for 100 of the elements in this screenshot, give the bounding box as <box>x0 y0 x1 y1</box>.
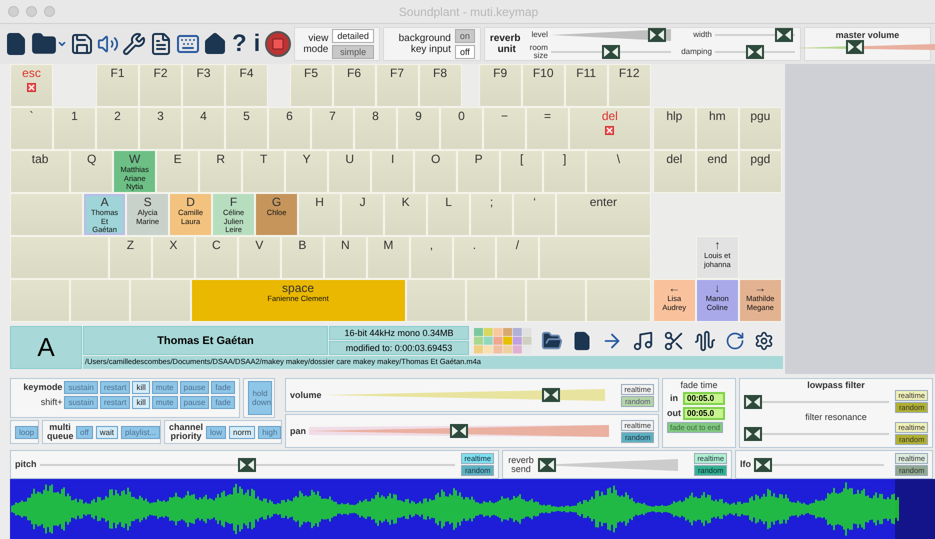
keyboard-key[interactable]: − <box>483 107 526 150</box>
view-mode-option[interactable]: detailed <box>332 29 374 43</box>
keyboard-key[interactable]: F9 <box>478 64 522 107</box>
info-button[interactable]: i <box>252 30 262 58</box>
keyboard-key[interactable]: \ <box>586 150 651 193</box>
fade-in-field[interactable]: 00:05.0 <box>683 392 725 405</box>
keyboard-key[interactable]: hm <box>696 107 739 150</box>
slider-track[interactable] <box>538 458 678 472</box>
keyboard-key[interactable]: N <box>324 236 367 279</box>
keyboard-key[interactable]: F6 <box>332 64 376 107</box>
keyboard-key[interactable]: V <box>238 236 281 279</box>
keyboard-key[interactable]: J <box>341 193 384 236</box>
keyboard-key[interactable]: pgu <box>738 107 782 150</box>
background-input-option[interactable]: on <box>454 29 475 43</box>
keyboard-key[interactable]: X <box>152 236 195 279</box>
keyboard-key[interactable]: F11 <box>564 64 608 107</box>
keyboard-key[interactable]: = <box>526 107 569 150</box>
option-button[interactable]: kill <box>132 381 150 394</box>
slider-thumb[interactable] <box>746 45 764 59</box>
keyboard-key[interactable]: 9 <box>397 107 440 150</box>
keyboard-key[interactable]: K <box>384 193 428 236</box>
keyboard-key[interactable]: E <box>156 150 200 193</box>
slider-thumb[interactable] <box>754 458 772 472</box>
keyboard-key[interactable]: F7 <box>376 64 418 107</box>
keyboard-key[interactable]: 2 <box>96 107 139 150</box>
keyboard-key[interactable]: 3 <box>139 107 182 150</box>
folder-icon[interactable] <box>31 31 67 57</box>
file-icon[interactable] <box>572 330 592 350</box>
slider-thumb[interactable] <box>775 28 794 42</box>
music-note-icon[interactable] <box>632 330 654 352</box>
keyboard-key[interactable]: enter <box>556 193 651 236</box>
keyboard-key[interactable]: Q <box>70 150 114 193</box>
keyboard-key[interactable]: C <box>194 236 238 279</box>
keyboard-key[interactable]: F4 <box>225 64 268 107</box>
slider-thumb[interactable] <box>602 45 620 59</box>
view-mode-option[interactable]: simple <box>332 45 374 59</box>
keyboard-key[interactable]: . <box>452 236 496 279</box>
keyboard-key[interactable]: T <box>242 150 286 193</box>
keyboard-key[interactable]: M <box>366 236 410 279</box>
slider-thumb[interactable] <box>744 394 762 408</box>
keyboard-key[interactable]: U <box>328 150 372 193</box>
keyboard-key[interactable]: P <box>457 150 500 193</box>
keyboard-key[interactable]: 8 <box>354 107 397 150</box>
waveform-icon[interactable] <box>694 330 716 352</box>
slider-thumb[interactable] <box>450 424 468 438</box>
keyboard-key[interactable]: 0 <box>440 107 483 150</box>
slider-thumb[interactable] <box>846 40 864 54</box>
slider-thumb[interactable] <box>744 426 762 440</box>
keyboard-icon[interactable] <box>176 32 200 56</box>
keyboard-key[interactable]: , <box>410 236 453 279</box>
keyboard-key[interactable]: [ <box>500 150 544 193</box>
settings-icon[interactable] <box>754 330 774 350</box>
keyboard-key[interactable]: F10 <box>522 64 565 107</box>
slider-thumb[interactable] <box>542 388 560 402</box>
refresh-icon[interactable] <box>725 330 745 350</box>
keyboard-key[interactable]: 5 <box>225 107 268 150</box>
keyboard-key[interactable]: hlp <box>652 107 696 150</box>
option-button[interactable]: wait <box>96 426 118 438</box>
keyboard-key[interactable]: B <box>280 236 324 279</box>
background-input-option[interactable]: off <box>454 45 475 59</box>
keyboard-key[interactable]: F12 <box>608 64 651 107</box>
color-palette-drawing[interactable] <box>474 328 532 354</box>
fade-out-field[interactable]: 00:05.0 <box>683 407 725 420</box>
keyboard-key[interactable]: / <box>496 236 539 279</box>
folder-speaker-icon[interactable] <box>541 330 563 352</box>
keyboard-key[interactable]: F8 <box>418 64 462 107</box>
speaker-icon[interactable] <box>97 33 119 55</box>
tools-icon[interactable] <box>122 32 146 56</box>
slider-track[interactable] <box>309 424 610 438</box>
keyboard-key[interactable]: pgd <box>738 150 782 193</box>
home-icon[interactable] <box>203 32 227 56</box>
keyboard-key[interactable]: L <box>427 193 470 236</box>
keyboard-key[interactable]: del <box>652 150 696 193</box>
keyboard-key[interactable]: F2 <box>139 64 182 107</box>
keyboard-key[interactable]: 1 <box>53 107 96 150</box>
keyboard-key[interactable]: ; <box>470 193 514 236</box>
option-button[interactable]: kill <box>132 396 150 409</box>
slider-thumb[interactable] <box>538 458 556 472</box>
slider-thumb[interactable] <box>648 28 666 42</box>
file-icon[interactable] <box>4 32 28 56</box>
keyboard-key[interactable]: tab <box>10 150 70 193</box>
keyboard-key[interactable]: F3 <box>182 64 225 107</box>
keyboard-key[interactable]: Z <box>108 236 152 279</box>
record-button[interactable] <box>265 31 292 57</box>
option-button[interactable]: norm <box>229 426 256 438</box>
keyboard-key[interactable]: Y <box>285 150 328 193</box>
help-button[interactable]: ? <box>230 30 249 58</box>
keyboard-key[interactable]: O <box>414 150 458 193</box>
keyboard-key[interactable]: ‘ <box>513 193 556 236</box>
save-icon[interactable] <box>70 32 94 56</box>
keyboard-key[interactable]: 4 <box>182 107 225 150</box>
keyboard-key[interactable]: ] <box>543 150 586 193</box>
keyboard-key[interactable]: 6 <box>268 107 311 150</box>
keyboard-key[interactable]: H <box>298 193 342 236</box>
keyboard-key[interactable]: R <box>199 150 242 193</box>
notepad-icon[interactable] <box>149 32 173 56</box>
keyboard-key[interactable]: 7 <box>311 107 354 150</box>
slider-thumb[interactable] <box>238 458 256 472</box>
scissors-icon[interactable] <box>663 330 685 352</box>
slider-track[interactable] <box>550 28 671 42</box>
